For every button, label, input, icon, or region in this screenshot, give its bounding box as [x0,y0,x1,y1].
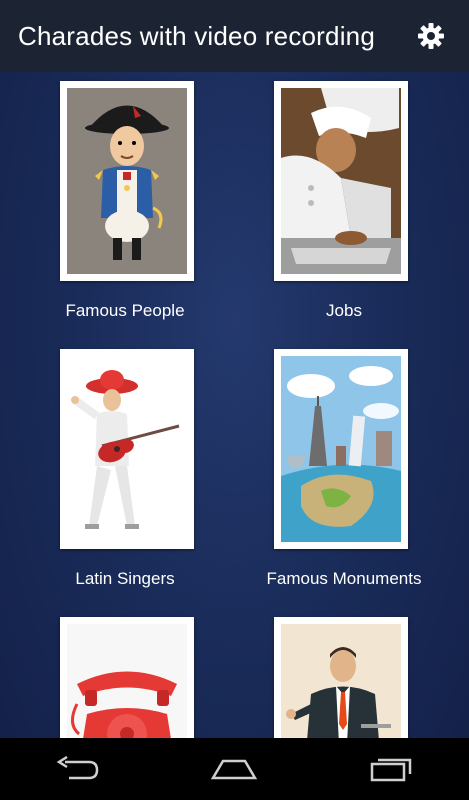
back-button[interactable] [33,744,123,794]
home-button[interactable] [189,744,279,794]
navigation-bar [0,738,469,800]
category-label: Famous People [65,301,185,320]
category-card [60,349,194,549]
category-card [60,617,194,738]
gear-icon [418,23,444,49]
monuments-image [281,356,401,542]
category-card [274,81,408,281]
app-bar: Charades with video recording [0,0,469,72]
category-label: Jobs [326,301,362,320]
category-grid: Famous People Jobs Latin Singers Famous … [0,72,469,738]
category-latin-singers[interactable]: Latin Singers [0,340,200,600]
telephone-image [67,624,187,738]
recent-apps-button[interactable] [346,744,436,794]
category-famous-monuments[interactable]: Famous Monuments [219,340,421,600]
businessman-image [281,624,401,738]
category-famous-people[interactable]: Famous People [0,72,200,332]
category-card [274,617,408,738]
category-jobs[interactable]: Jobs [219,72,419,332]
chef-image [281,88,401,274]
back-icon [56,756,99,780]
settings-button[interactable] [407,12,455,60]
napoleon-image [67,88,187,274]
app-title: Charades with video recording [18,20,375,51]
category-tile-5[interactable] [0,608,200,738]
category-tile-6[interactable] [219,608,419,738]
category-label: Latin Singers [75,569,175,588]
home-icon [211,759,258,780]
category-card [274,349,408,549]
recent-apps-icon [370,758,412,782]
singer-image [67,356,187,542]
category-card [60,81,194,281]
category-label: Famous Monuments [266,569,422,588]
